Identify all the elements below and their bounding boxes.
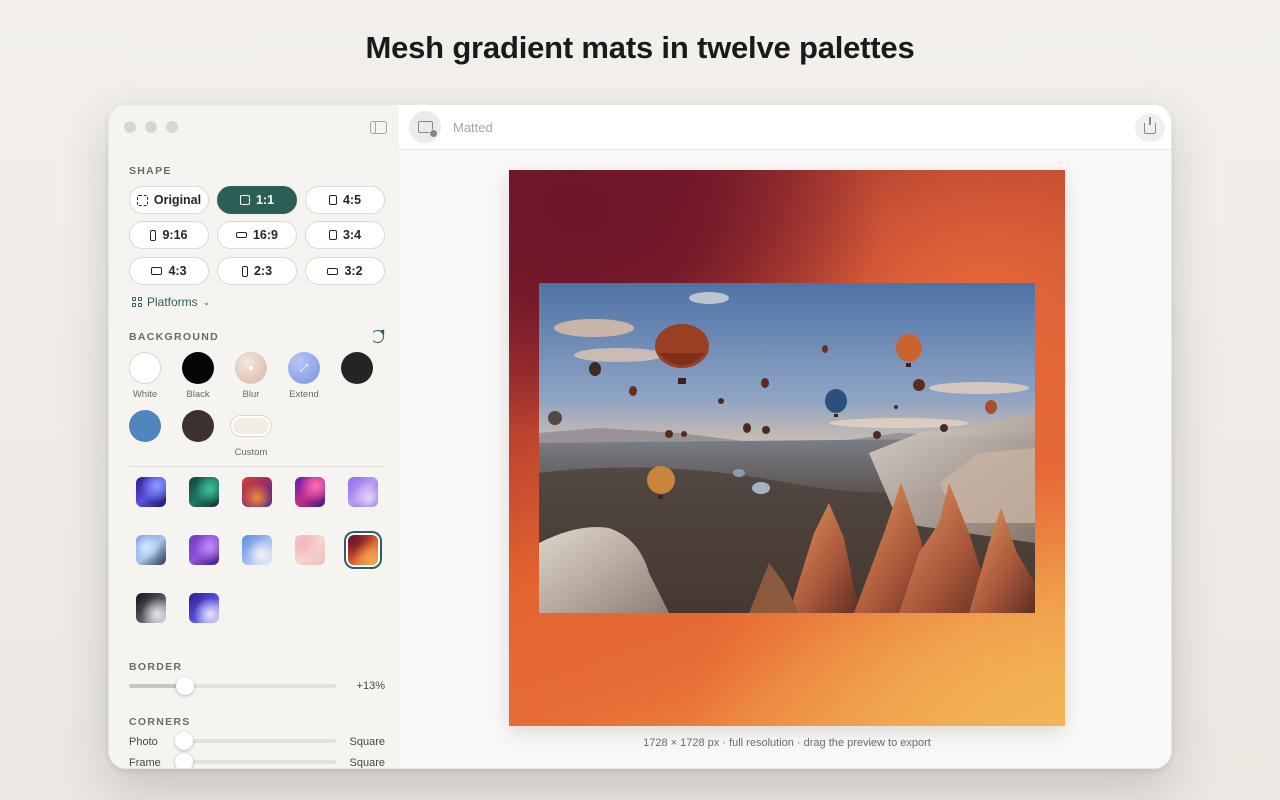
border-value: +13% xyxy=(356,680,385,692)
shape-button-label: 9:16 xyxy=(162,228,188,242)
mesh-palette-3[interactable] xyxy=(242,477,272,507)
shape-button-3-4[interactable]: 3:4 xyxy=(305,221,385,249)
chevron-down-icon: ⌄ xyxy=(202,296,211,307)
tall-icon xyxy=(241,265,248,277)
swatch-label: White xyxy=(132,389,158,400)
photo-add-icon xyxy=(417,121,438,138)
minimize-window-button[interactable] xyxy=(145,121,157,133)
background-charcoal-swatch[interactable] xyxy=(341,352,373,384)
mesh-palette-9[interactable] xyxy=(295,535,325,565)
shape-button-2-3[interactable]: 2:3 xyxy=(217,257,297,285)
shape-button-4-5[interactable]: 4:5 xyxy=(305,186,385,214)
tall-icon xyxy=(150,229,157,241)
shape-button-label: Original xyxy=(153,193,202,207)
mesh-palette-10-selected[interactable] xyxy=(348,535,378,565)
shape-button-label: 2:3 xyxy=(253,264,273,278)
background-brown-swatch[interactable] xyxy=(182,410,214,442)
mesh-palette-1[interactable] xyxy=(136,477,166,507)
photo-corner-value: Square xyxy=(349,736,385,748)
divider xyxy=(129,466,385,467)
frame-corner-value: Square xyxy=(349,757,385,768)
mesh-palette-11[interactable] xyxy=(136,593,166,623)
mesh-palette-8[interactable] xyxy=(242,535,272,565)
shape-button-3-2[interactable]: 3:2 xyxy=(305,257,385,285)
swatch-label: Custom xyxy=(234,447,268,458)
shape-button-label: 3:2 xyxy=(344,264,363,278)
landscape-icon xyxy=(327,267,339,275)
shape-section-label: SHAPE xyxy=(129,165,172,177)
portrait-icon xyxy=(328,230,337,240)
balloon-landscape-image xyxy=(539,283,1035,613)
shape-button-label: 1:1 xyxy=(255,193,275,207)
background-custom-swatch[interactable] xyxy=(230,415,272,437)
mesh-palette-6[interactable] xyxy=(136,535,166,565)
mesh-palette-4[interactable] xyxy=(295,477,325,507)
mat-preview[interactable] xyxy=(509,170,1065,726)
wide-icon xyxy=(235,232,247,238)
swatch-label: Extend xyxy=(289,389,319,400)
export-caption: 1728 × 1728 px · full resolution · drag … xyxy=(643,737,931,749)
dashed-square-icon xyxy=(136,194,148,206)
portrait-icon xyxy=(328,195,337,205)
marketing-headline: Mesh gradient mats in twelve palettes xyxy=(365,30,915,65)
background-black-swatch[interactable] xyxy=(182,352,214,384)
grid-icon xyxy=(132,297,142,307)
photo-corner-slider-track[interactable] xyxy=(175,739,336,743)
expand-icon: ⤢ xyxy=(300,362,308,374)
swatch-label: Blur xyxy=(242,389,260,400)
background-section-label: BACKGROUND xyxy=(129,331,219,343)
platforms-menu[interactable]: Platforms ⌄ xyxy=(132,295,210,309)
mesh-palette-2[interactable] xyxy=(189,477,219,507)
zoom-window-button[interactable] xyxy=(166,121,178,133)
border-slider-thumb[interactable] xyxy=(175,677,194,695)
photo-hot-air-balloons xyxy=(539,283,1035,613)
frame-corner-label: Frame xyxy=(129,757,161,768)
shape-button-label: 3:4 xyxy=(342,228,362,242)
mesh-palette-12[interactable] xyxy=(189,593,219,623)
main-area: Matted 1728 × 1728 px · full resolution … xyxy=(399,105,1171,768)
swatch-label: Black xyxy=(186,389,210,400)
shape-button-label: 4:3 xyxy=(168,264,187,278)
window-controls xyxy=(124,121,178,133)
add-photo-button[interactable] xyxy=(409,111,441,143)
app-window: SHAPE Original 1:1 4:5 9:16 16:9 3:4 4:3… xyxy=(108,104,1172,769)
border-section-label: BORDER xyxy=(129,661,183,673)
frame-corner-slider-thumb[interactable] xyxy=(175,753,193,768)
window-title: Matted xyxy=(453,120,493,135)
mesh-palette-7[interactable] xyxy=(189,535,219,565)
shape-button-original[interactable]: Original xyxy=(129,186,209,214)
background-extend-swatch[interactable]: ⤢ xyxy=(288,352,320,384)
shape-button-4-3[interactable]: 4:3 xyxy=(129,257,209,285)
landscape-icon xyxy=(151,267,163,275)
mesh-palette-5[interactable] xyxy=(348,477,378,507)
close-window-button[interactable] xyxy=(124,121,136,133)
shape-button-16-9[interactable]: 16:9 xyxy=(217,221,297,249)
sidebar-toggle-icon[interactable] xyxy=(370,121,387,134)
download-icon xyxy=(1144,116,1156,134)
toolbar: Matted xyxy=(399,105,1171,150)
sidebar: SHAPE Original 1:1 4:5 9:16 16:9 3:4 4:3… xyxy=(109,105,399,768)
platforms-label: Platforms xyxy=(147,295,198,309)
shape-button-9-16[interactable]: 9:16 xyxy=(129,221,209,249)
shape-button-label: 4:5 xyxy=(342,193,362,207)
refresh-icon[interactable] xyxy=(371,330,384,343)
background-white-swatch[interactable] xyxy=(129,352,161,384)
corners-section-label: CORNERS xyxy=(129,716,191,728)
background-blue-swatch[interactable] xyxy=(129,410,161,442)
photo-corner-label: Photo xyxy=(129,736,158,748)
frame-corner-slider-track[interactable] xyxy=(175,760,336,764)
export-button[interactable] xyxy=(1135,114,1165,142)
shape-button-1-1[interactable]: 1:1 xyxy=(217,186,297,214)
square-icon xyxy=(239,195,250,205)
shape-button-label: 16:9 xyxy=(252,228,279,242)
drop-icon: ● xyxy=(247,362,255,374)
background-blur-swatch[interactable]: ● xyxy=(235,352,267,384)
photo-corner-slider-thumb[interactable] xyxy=(175,732,193,750)
